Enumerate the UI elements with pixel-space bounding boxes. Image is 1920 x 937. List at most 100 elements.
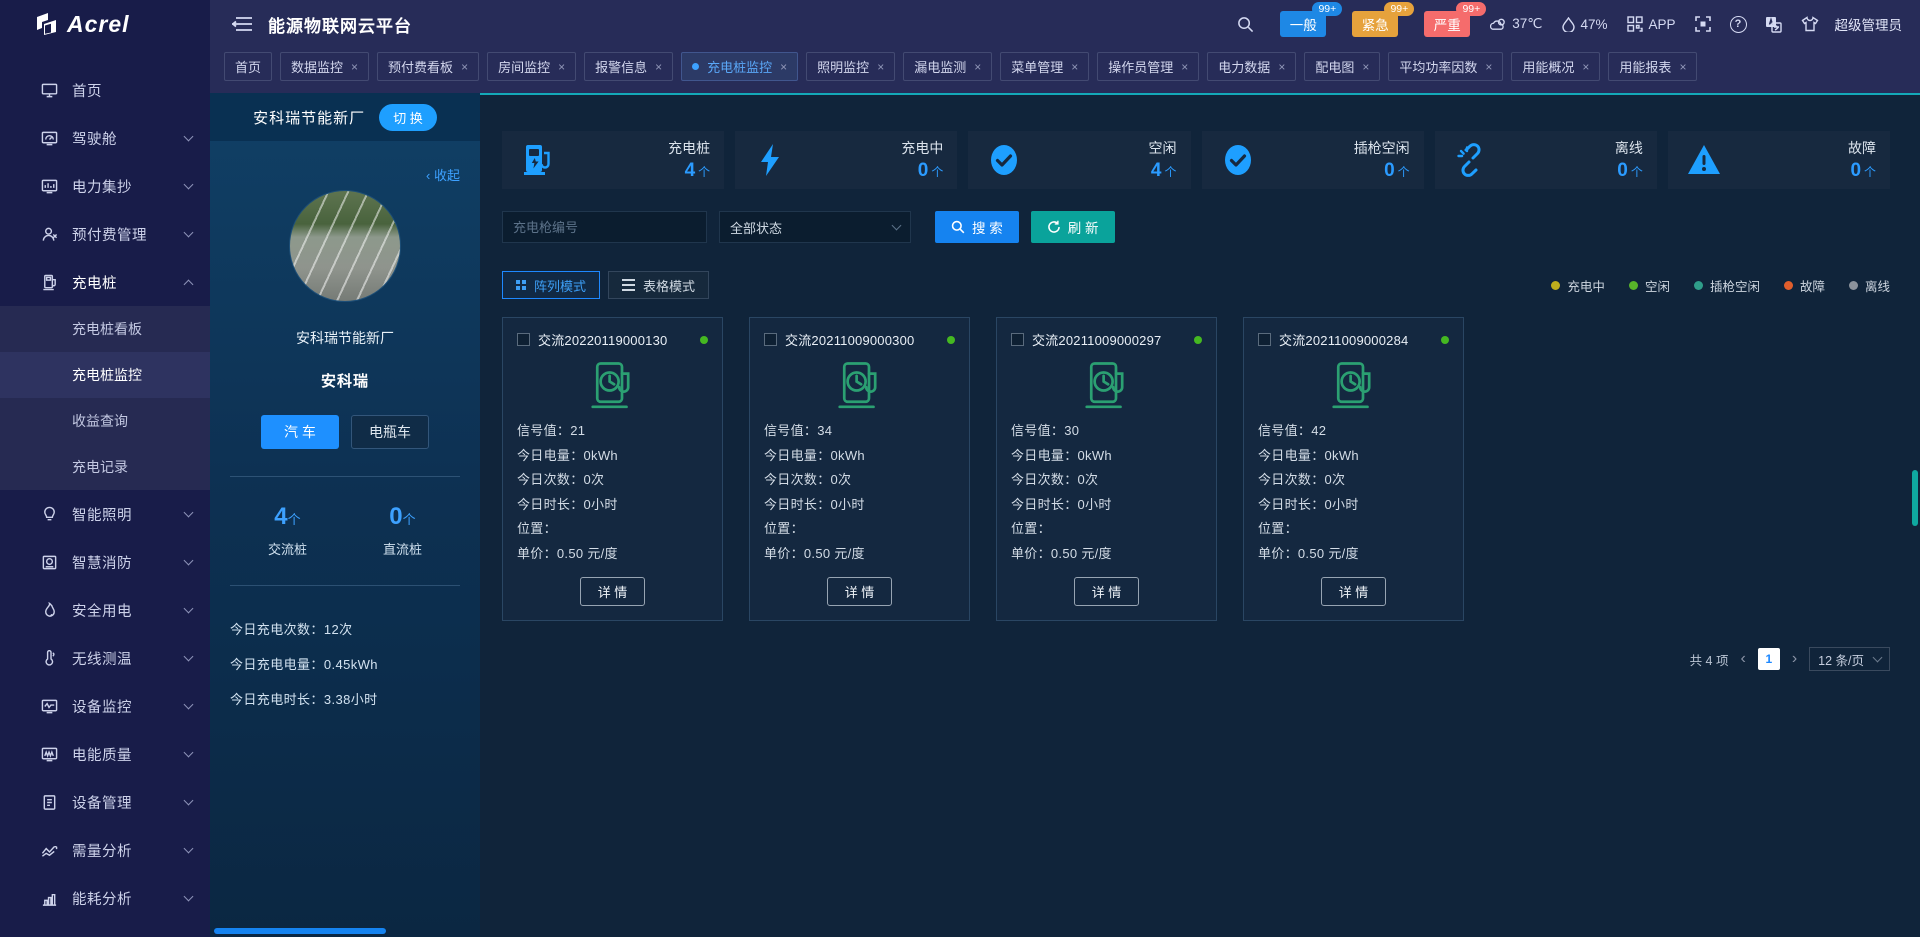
close-icon[interactable]: × (877, 60, 884, 74)
collapse-panel-link[interactable]: ‹ 收起 (230, 165, 460, 184)
sidebar-item-demand-analysis[interactable]: 需量分析 (0, 826, 210, 874)
prev-page-icon[interactable]: ‹ (1740, 651, 1745, 667)
search-button[interactable]: 搜 索 (935, 211, 1019, 243)
tab-room-monitoring[interactable]: 房间监控× (487, 52, 576, 81)
close-icon[interactable]: × (558, 60, 565, 74)
tab-prepaid-board[interactable]: 预付费看板× (377, 52, 479, 81)
close-icon[interactable]: × (1362, 60, 1369, 74)
sidebar-item-power-quality[interactable]: 电能质量 (0, 730, 210, 778)
theme-tshirt-icon[interactable] (1801, 15, 1819, 33)
fullscreen-icon[interactable] (1694, 15, 1712, 33)
close-icon[interactable]: × (780, 60, 787, 74)
user-icon (40, 225, 58, 243)
close-icon[interactable]: × (1181, 60, 1188, 74)
sidebar-item-wireless-temp[interactable]: 无线测温 (0, 634, 210, 682)
switch-station-button[interactable]: 切 换 (379, 104, 437, 131)
vehicle-tab-ebike[interactable]: 电瓶车 (351, 415, 429, 449)
sidebar-item-revenue-query[interactable]: 收益查询 (0, 398, 210, 444)
divider (230, 585, 460, 586)
sidebar-item-pile-board[interactable]: 充电桩看板 (0, 306, 210, 352)
page-size-select[interactable]: 12 条/页 (1809, 647, 1890, 671)
charging-pile-icon (1011, 359, 1202, 413)
tab-leakage-monitoring[interactable]: 漏电监测× (903, 52, 992, 81)
close-icon[interactable]: × (655, 60, 662, 74)
vehicle-tab-car[interactable]: 汽 车 (261, 415, 339, 449)
table-mode-button[interactable]: 表格模式 (608, 271, 709, 299)
tab-energy-report[interactable]: 用能报表× (1608, 52, 1697, 81)
grid-mode-button[interactable]: 阵列模式 (502, 271, 600, 299)
close-icon[interactable]: × (351, 60, 358, 74)
pagination-total: 共 4 项 (1690, 650, 1729, 669)
legend-idle: 空闲 (1629, 276, 1670, 295)
detail-button[interactable]: 详 情 (1321, 577, 1387, 606)
tab-avg-power-factor[interactable]: 平均功率因数× (1388, 52, 1503, 81)
sidebar-item-cockpit[interactable]: 驾驶舱 (0, 114, 210, 162)
close-icon[interactable]: × (1582, 60, 1589, 74)
app-qr[interactable]: APP (1627, 16, 1675, 32)
tab-power-data[interactable]: 电力数据× (1207, 52, 1296, 81)
sidebar-item-safe-power[interactable]: 安全用电 (0, 586, 210, 634)
close-icon[interactable]: × (1071, 60, 1078, 74)
detail-button[interactable]: 详 情 (827, 577, 893, 606)
alarm-level-severe[interactable]: 严重 99+ (1424, 11, 1470, 37)
current-page[interactable]: 1 (1758, 648, 1780, 670)
tab-distribution-diagram[interactable]: 配电图× (1304, 52, 1380, 81)
tab-data-monitoring[interactable]: 数据监控× (280, 52, 369, 81)
device-signal: 信号值：30 (1011, 419, 1202, 444)
language-icon[interactable] (1765, 15, 1783, 33)
station-panel-body: ‹ 收起 安科瑞节能新厂 安科瑞 汽 车 电瓶车 4个 交流桩 (210, 141, 480, 937)
sidebar-item-smart-fire[interactable]: 智慧消防 (0, 538, 210, 586)
device-status-dot (1441, 336, 1449, 344)
warning-icon (1686, 142, 1722, 178)
refresh-button[interactable]: 刷 新 (1031, 211, 1115, 243)
sidebar-item-pile-monitoring[interactable]: 充电桩监控 (0, 352, 210, 398)
device-checkbox[interactable] (764, 333, 777, 346)
close-icon[interactable]: × (1278, 60, 1285, 74)
tab-operator-management[interactable]: 操作员管理× (1097, 52, 1199, 81)
status-select[interactable]: 全部状态 (719, 211, 911, 243)
legend-dot (1784, 281, 1793, 290)
sidebar-item-smart-lighting[interactable]: 智能照明 (0, 490, 210, 538)
alarm-level-general[interactable]: 一般 99+ (1280, 11, 1326, 37)
ac-pile-stat: 4个 交流桩 (268, 503, 307, 558)
next-page-icon[interactable]: › (1792, 651, 1797, 667)
vehicle-type-switch: 汽 车 电瓶车 (230, 415, 460, 449)
tab-home[interactable]: 首页 (224, 52, 272, 81)
sidebar-item-energy-analysis[interactable]: 能耗分析 (0, 874, 210, 922)
close-icon[interactable]: × (461, 60, 468, 74)
sidebar-item-prepaid-management[interactable]: 预付费管理 (0, 210, 210, 258)
device-checkbox[interactable] (517, 333, 530, 346)
device-checkbox[interactable] (1011, 333, 1024, 346)
sidebar-item-charging-pile[interactable]: 充电桩 (0, 258, 210, 306)
close-icon[interactable]: × (974, 60, 981, 74)
horizontal-scrollbar-thumb[interactable] (214, 928, 386, 934)
sidebar-item-charging-records[interactable]: 充电记录 (0, 444, 210, 490)
close-icon[interactable]: × (1679, 60, 1686, 74)
trend-icon (40, 841, 58, 859)
tab-alarm-info[interactable]: 报警信息× (584, 52, 673, 81)
detail-button[interactable]: 详 情 (580, 577, 646, 606)
collapse-menu-icon[interactable] (232, 16, 252, 32)
current-user[interactable]: 超级管理员 (1835, 14, 1903, 34)
daily-count-line: 今日充电次数：12次 (230, 612, 460, 647)
alarm-level-urgent[interactable]: 紧急 99+ (1352, 11, 1398, 37)
help-icon[interactable]: ? (1730, 16, 1747, 33)
sidebar-item-device-management[interactable]: 设备管理 (0, 778, 210, 826)
tab-lighting-monitoring[interactable]: 照明监控× (806, 52, 895, 81)
summary-card-charging: 充电中0个 (735, 131, 957, 189)
search-icon[interactable] (1236, 15, 1254, 33)
close-icon[interactable]: × (1485, 60, 1492, 74)
station-panel-header: 安科瑞节能新厂 切 换 (210, 93, 480, 141)
tab-energy-overview[interactable]: 用能概况× (1511, 52, 1600, 81)
tab-menu-management[interactable]: 菜单管理× (1000, 52, 1089, 81)
sidebar-item-device-monitoring[interactable]: 设备监控 (0, 682, 210, 730)
vertical-scrollbar-thumb[interactable] (1912, 470, 1918, 526)
device-name: 交流20211009000300 (785, 330, 939, 349)
tab-charging-pile-monitoring[interactable]: 充电桩监控× (681, 52, 798, 81)
device-checkbox[interactable] (1258, 333, 1271, 346)
sidebar-item-home[interactable]: 首页 (0, 66, 210, 114)
gun-number-input[interactable] (502, 211, 707, 243)
detail-button[interactable]: 详 情 (1074, 577, 1140, 606)
sidebar-item-power-meter-reading[interactable]: 电力集抄 (0, 162, 210, 210)
droplet-icon (1562, 17, 1575, 32)
